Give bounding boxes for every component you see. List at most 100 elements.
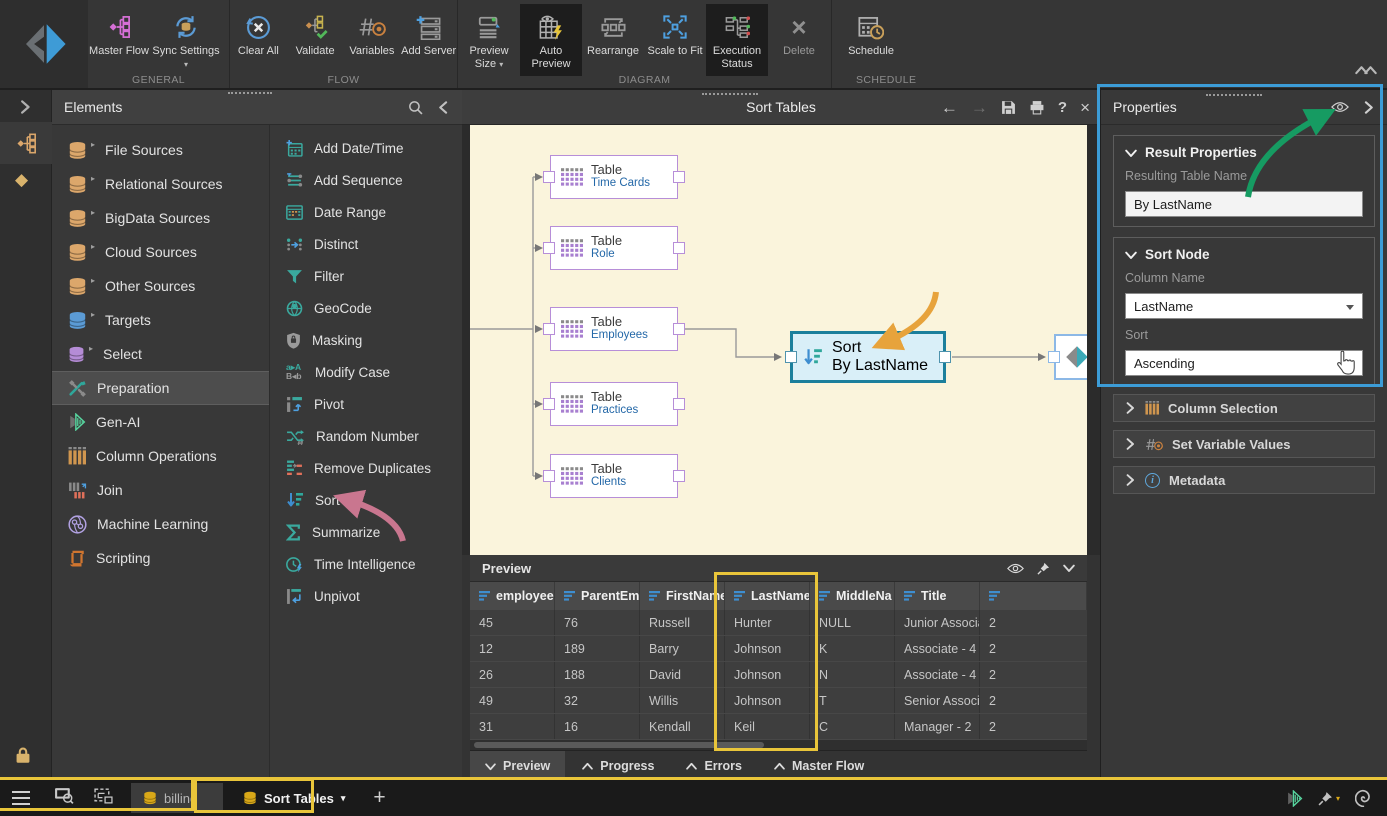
preview-size-button[interactable]: Preview Size ▾	[458, 4, 520, 76]
expander-icon[interactable]: ▸	[89, 344, 93, 353]
section-set-variable-values[interactable]: Set Variable Values	[1113, 430, 1375, 458]
table-row[interactable]: 26188DavidJohnsonNAssociate - 42	[470, 662, 1087, 688]
flow-tab-billing[interactable]: billing	[131, 783, 223, 813]
tool-sort[interactable]: Sort	[270, 484, 462, 516]
tool-unpivot[interactable]: Unpivot	[270, 580, 462, 612]
tool-add-sequence[interactable]: Add Sequence	[270, 164, 462, 196]
print-icon[interactable]	[1029, 100, 1045, 115]
genai-logo-icon[interactable]	[1286, 790, 1303, 807]
table-row[interactable]: 12189BarryJohnsonKAssociate - 42	[470, 636, 1087, 662]
master-flow-button[interactable]: Master Flow	[88, 4, 150, 76]
resulting-table-name-input[interactable]: By LastName	[1125, 191, 1363, 217]
preview-monitor-icon[interactable]	[54, 787, 74, 809]
tab-progress[interactable]: Progress	[567, 751, 669, 781]
column-header[interactable]: FirstName	[640, 582, 725, 610]
column-header[interactable]: employee	[470, 582, 555, 610]
tab-errors[interactable]: Errors	[671, 751, 757, 781]
menu-icon[interactable]	[12, 791, 30, 805]
tool-masking[interactable]: Masking	[270, 324, 462, 356]
add-server-button[interactable]: Add Server	[400, 4, 457, 76]
sort-order-dropdown[interactable]: Ascending	[1125, 350, 1363, 376]
expander-icon[interactable]: ▸	[91, 276, 95, 285]
undo-icon[interactable]: ←	[941, 98, 958, 118]
sidebar-item-scripting[interactable]: Scripting	[52, 541, 269, 575]
close-icon[interactable]: ×	[1080, 98, 1090, 118]
pin-tool-button[interactable]: ▾	[1318, 791, 1340, 806]
output-port[interactable]	[939, 351, 951, 363]
table-row[interactable]: 4576RussellHunterNULLJunior Associate -2	[470, 610, 1087, 636]
flow-diagram-canvas[interactable]: TableTime Cards TableRole TableEmployees…	[470, 125, 1087, 555]
collapse-panel-icon[interactable]	[1362, 101, 1375, 114]
flow-tab-sort-tables[interactable]: Sort Tables ▾	[231, 783, 357, 813]
output-port[interactable]	[673, 398, 685, 410]
schedule-button[interactable]: Schedule	[840, 4, 902, 76]
tool-filter[interactable]: Filter	[270, 260, 462, 292]
table-node-time-cards[interactable]: TableTime Cards	[550, 155, 678, 199]
sidebar-item-select[interactable]: ▸Select	[52, 337, 269, 371]
table-row[interactable]: 3116KendallKeilCManager - 22	[470, 714, 1087, 740]
input-port[interactable]	[543, 171, 555, 183]
input-port[interactable]	[543, 323, 555, 335]
tool-modify-case[interactable]: a▸AB◂bModify Case	[270, 356, 462, 388]
pin-icon[interactable]	[1037, 562, 1050, 575]
eye-icon[interactable]	[1007, 563, 1024, 574]
sidebar-item-targets[interactable]: ▸Targets	[52, 303, 269, 337]
sidebar-item-cloud-sources[interactable]: ▸Cloud Sources	[52, 235, 269, 269]
sync-settings-button[interactable]: FLOWSync Settings ▾	[150, 4, 222, 76]
section-column-selection[interactable]: Column Selection	[1113, 394, 1375, 422]
input-port[interactable]	[543, 398, 555, 410]
help-icon[interactable]: ?	[1058, 99, 1067, 116]
sort-node-header[interactable]: Sort Node	[1125, 247, 1363, 262]
table-row[interactable]: 4932WillisJohnsonTSenior Associate -2	[470, 688, 1087, 714]
collapse-ribbon-button[interactable]	[1355, 64, 1377, 82]
input-port[interactable]	[543, 470, 555, 482]
search-icon[interactable]	[408, 100, 423, 115]
table-node-employees[interactable]: TableEmployees	[550, 307, 678, 351]
redo-icon[interactable]: →	[971, 98, 988, 118]
clear-all-button[interactable]: Clear All	[230, 4, 287, 76]
delete-button[interactable]: × Delete	[768, 4, 830, 76]
column-header[interactable]: Title	[895, 582, 980, 610]
expander-icon[interactable]: ▸	[91, 242, 95, 251]
expander-icon[interactable]: ▸	[91, 140, 95, 149]
column-header[interactable]: MiddleNa	[810, 582, 895, 610]
expander-icon[interactable]: ▸	[91, 310, 95, 319]
scrollbar-thumb[interactable]	[474, 742, 764, 748]
output-port[interactable]	[673, 323, 685, 335]
save-icon[interactable]	[1001, 100, 1016, 115]
input-port[interactable]	[1048, 351, 1060, 363]
auto-preview-button[interactable]: Auto Preview	[520, 4, 582, 76]
rearrange-button[interactable]: Rearrange	[582, 4, 644, 76]
table-node-role[interactable]: TableRole	[550, 226, 678, 270]
tool-add-date-time[interactable]: Add Date/Time	[270, 132, 462, 164]
lock-icon[interactable]	[15, 746, 31, 769]
strip-tab-flow[interactable]	[0, 122, 52, 164]
output-port[interactable]	[673, 242, 685, 254]
sidebar-item-join[interactable]: Join	[52, 473, 269, 507]
input-port[interactable]	[785, 351, 797, 363]
tool-remove-duplicates[interactable]: Remove Duplicates	[270, 452, 462, 484]
strip-tab-diamond[interactable]: ◆	[15, 170, 28, 190]
tab-preview[interactable]: Preview	[470, 751, 565, 781]
add-flow-tab-button[interactable]: +	[373, 786, 385, 810]
scale-to-fit-button[interactable]: Scale to Fit	[644, 4, 706, 76]
variables-button[interactable]: Variables	[344, 4, 401, 76]
output-port[interactable]	[673, 171, 685, 183]
collapse-panel-icon[interactable]	[437, 101, 450, 114]
sidebar-item-file-sources[interactable]: ▸File Sources	[52, 133, 269, 167]
sidebar-item-column-operations[interactable]: Column Operations	[52, 439, 269, 473]
sidebar-item-preparation[interactable]: Preparation	[52, 371, 269, 405]
column-header[interactable]: ParentEmp	[555, 582, 640, 610]
spiral-icon[interactable]	[1355, 789, 1373, 807]
expand-panel-button[interactable]	[18, 100, 32, 119]
column-header[interactable]	[980, 582, 1087, 610]
execution-status-button[interactable]: Execution Status	[706, 4, 768, 76]
sort-node-selected[interactable]: SortBy LastName	[790, 331, 946, 383]
tool-pivot[interactable]: Pivot	[270, 388, 462, 420]
table-node-clients[interactable]: TableClients	[550, 454, 678, 498]
sidebar-item-bigdata-sources[interactable]: ▸BigData Sources	[52, 201, 269, 235]
output-port[interactable]	[673, 470, 685, 482]
flow-map-icon[interactable]	[94, 787, 113, 809]
tool-summarize[interactable]: Summarize	[270, 516, 462, 548]
horizontal-scrollbar[interactable]	[470, 740, 1087, 750]
